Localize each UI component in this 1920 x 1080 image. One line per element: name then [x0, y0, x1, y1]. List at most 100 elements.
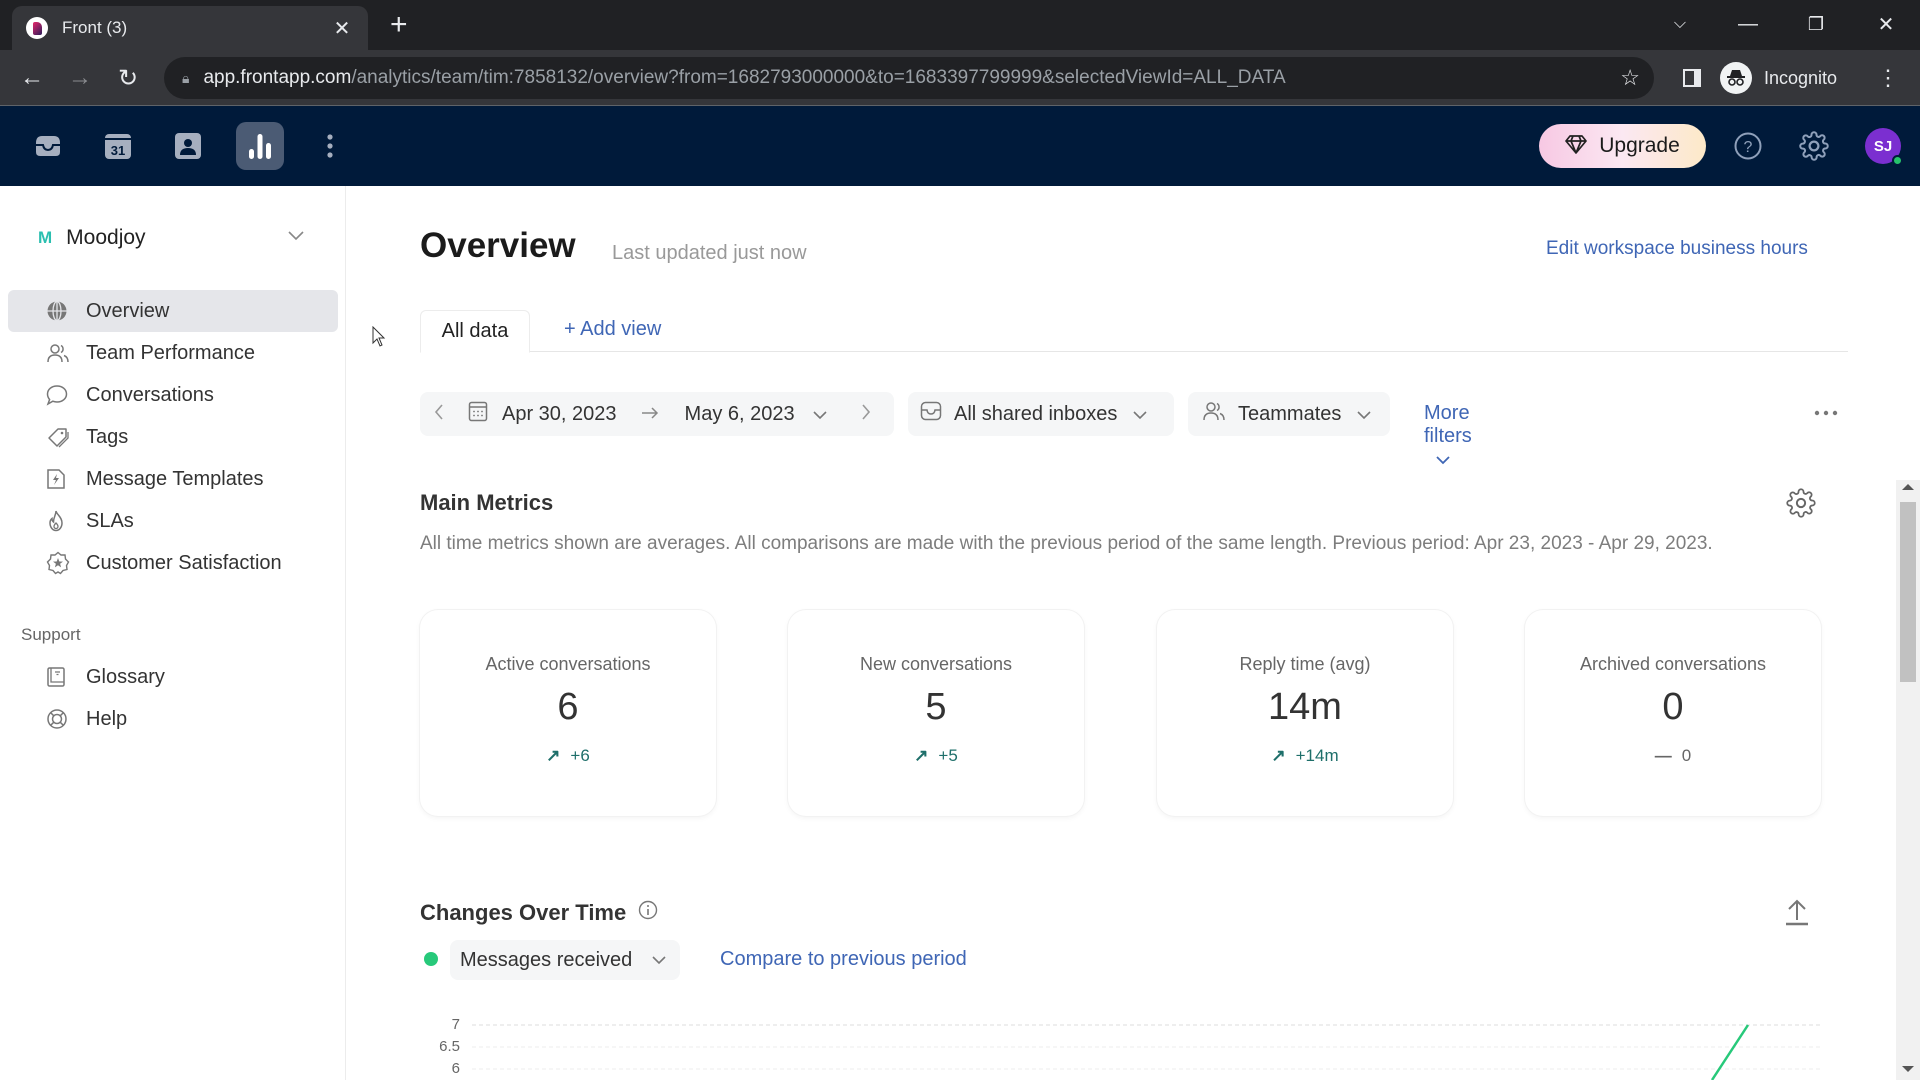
inbox-icon[interactable] [24, 122, 72, 170]
diamond-icon [1565, 134, 1588, 159]
sidebar-item-customer-satisfaction[interactable]: Customer Satisfaction [8, 542, 338, 584]
inbox-filter-value: All shared inboxes [954, 402, 1118, 425]
help-icon[interactable]: ? [1732, 130, 1764, 162]
view-tabs: All data + Add view [420, 310, 1848, 353]
more-filters-button[interactable]: More filters [1424, 402, 1484, 471]
settings-gear-icon[interactable] [1798, 130, 1830, 162]
date-to[interactable]: May 6, 2023 [685, 403, 795, 426]
tab-title: Front (3) [62, 18, 128, 37]
workspace-switcher[interactable]: M Moodjoy [38, 226, 146, 250]
more-options-icon[interactable] [1814, 396, 1838, 422]
trend-flat-icon: — [1654, 746, 1672, 765]
back-icon[interactable]: ← [14, 60, 50, 96]
upgrade-button[interactable]: Upgrade [1539, 124, 1706, 168]
last-updated-text: Last updated just now [612, 242, 807, 264]
add-view-button[interactable]: + Add view [564, 318, 661, 341]
metric-selector-dropdown[interactable]: Messages received [450, 940, 680, 980]
tab-search-icon[interactable]: ⌵ [1650, 6, 1710, 42]
lock-icon: 🔒︎ [182, 69, 190, 86]
sidebar-item-label: Conversations [86, 383, 214, 406]
date-from[interactable]: Apr 30, 2023 [502, 403, 617, 426]
metric-value: 14m [1268, 686, 1342, 728]
metric-change: ↗ +6 [420, 746, 716, 766]
series-color-dot [424, 952, 438, 966]
trend-up-icon: ↗ [914, 746, 929, 765]
scrollbar-thumb[interactable] [1900, 502, 1916, 682]
date-range-picker[interactable]: Apr 30, 2023 May 6, 2023 [420, 392, 894, 436]
template-icon [46, 468, 72, 490]
forward-icon[interactable]: → [62, 60, 98, 96]
chevron-down-icon [1357, 403, 1371, 426]
chevron-down-icon[interactable] [813, 403, 827, 426]
trend-up-icon: ↗ [546, 746, 561, 765]
info-icon[interactable] [638, 900, 658, 926]
restore-button[interactable]: ❐ [1786, 6, 1846, 42]
upgrade-label: Upgrade [1599, 134, 1680, 157]
sidebar-item-glossary[interactable]: Glossary [8, 656, 338, 698]
calendar-icon[interactable]: 31 [94, 122, 142, 170]
more-apps-icon[interactable] [306, 122, 354, 170]
incognito-label: Incognito [1764, 67, 1838, 88]
sidebar-item-team-performance[interactable]: Team Performance [8, 332, 338, 374]
metric-change-value: 0 [1681, 746, 1692, 765]
metric-card-active-conversations[interactable]: Active conversations 6 ↗ +6 [420, 610, 716, 816]
lifebuoy-icon [46, 708, 72, 730]
sidebar-item-slas[interactable]: SLAs [8, 500, 338, 542]
inbox-filter-dropdown[interactable]: All shared inboxes [908, 392, 1174, 436]
calendar-small-icon [468, 400, 488, 428]
new-tab-button[interactable]: + [390, 8, 408, 42]
sidebar-item-conversations[interactable]: Conversations [8, 374, 338, 416]
scroll-down-icon[interactable] [1902, 1066, 1914, 1072]
scroll-up-icon[interactable] [1902, 484, 1914, 490]
support-nav: Glossary Help [8, 656, 338, 740]
metric-value: 0 [1662, 686, 1684, 728]
previous-period-icon[interactable] [434, 403, 444, 425]
page-title: Overview [420, 226, 576, 265]
teammates-filter-dropdown[interactable]: Teammates [1188, 392, 1390, 436]
close-window-button[interactable]: ✕ [1856, 6, 1916, 42]
inbox-tray-icon [920, 401, 942, 427]
edit-business-hours-link[interactable]: Edit workspace business hours [1546, 238, 1808, 260]
sidebar-item-label: Overview [86, 299, 170, 322]
messages-received-chart: 7 6.5 6 [420, 1016, 1860, 1080]
side-panel-icon[interactable] [1674, 60, 1710, 96]
close-tab-icon[interactable]: ✕ [330, 16, 354, 41]
online-status-dot [1892, 155, 1903, 166]
sidebar-item-label: SLAs [86, 509, 134, 532]
compare-previous-period-link[interactable]: Compare to previous period [720, 948, 967, 971]
bookmark-star-icon[interactable]: ☆ [1620, 65, 1640, 91]
sidebar-item-help[interactable]: Help [8, 698, 338, 740]
metric-change: —0 [1525, 746, 1821, 766]
address-bar[interactable]: 🔒︎ app.frontapp.com /analytics/team/tim:… [164, 57, 1654, 99]
export-icon[interactable] [1784, 898, 1810, 931]
analytics-icon[interactable] [236, 122, 284, 170]
sidebar-item-message-templates[interactable]: Message Templates [8, 458, 338, 500]
metrics-settings-gear-icon[interactable] [1786, 488, 1816, 523]
tab-all-data[interactable]: All data [420, 310, 530, 353]
metric-card-archived-conversations[interactable]: Archived conversations 0 —0 [1525, 610, 1821, 816]
page-scrollbar[interactable] [1896, 480, 1920, 1080]
book-icon [46, 666, 72, 688]
browser-menu-icon[interactable]: ⋮ [1870, 60, 1906, 96]
minimize-button[interactable]: — [1718, 6, 1778, 42]
series-line [1710, 1024, 1750, 1080]
sidebar-item-tags[interactable]: Tags [8, 416, 338, 458]
chevron-down-icon[interactable] [288, 228, 304, 246]
metric-label: Archived conversations [1579, 654, 1767, 674]
sidebar-item-overview[interactable]: Overview [8, 290, 338, 332]
front-favicon-icon [26, 17, 48, 39]
reload-icon[interactable]: ↻ [110, 60, 146, 96]
browser-tab[interactable]: Front (3) ✕ [12, 6, 368, 50]
user-avatar[interactable]: SJ [1865, 128, 1903, 166]
metric-value: 6 [557, 686, 579, 728]
svg-text:?: ? [1744, 139, 1753, 156]
support-section-label: Support [21, 625, 81, 644]
metric-card-reply-time[interactable]: Reply time (avg) 14m ↗ +14m [1157, 610, 1453, 816]
contacts-icon[interactable] [164, 122, 212, 170]
metric-label: Active conversations [485, 654, 651, 674]
next-period-icon[interactable] [861, 403, 871, 426]
metric-card-new-conversations[interactable]: New conversations 5 ↗ +5 [788, 610, 1084, 816]
incognito-profile[interactable]: Incognito [1720, 58, 1837, 98]
star-badge-icon [46, 551, 72, 575]
globe-icon [46, 300, 72, 322]
